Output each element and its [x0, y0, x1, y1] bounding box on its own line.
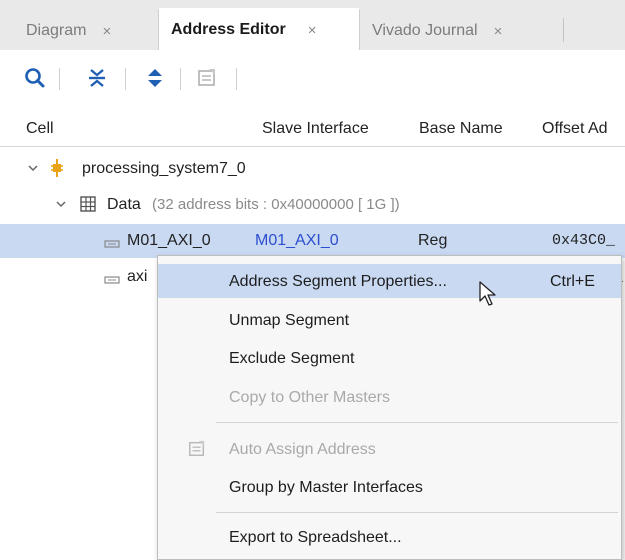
menu-item-copy-to-other-masters: Copy to Other Masters — [158, 380, 621, 414]
chevron-down-icon[interactable] — [55, 197, 67, 215]
row-slave-interface: M01_AXI_0 — [255, 232, 339, 249]
menu-item-group-by-master-interfaces[interactable]: Group by Master Interfaces — [158, 470, 621, 504]
tab-address-editor-label: Address Editor — [171, 21, 286, 38]
collapse-all-icon[interactable] — [84, 64, 110, 92]
tab-vivado-journal-close-icon[interactable]: × — [494, 23, 503, 40]
menu-item-auto-assign-address: Auto Assign Address — [158, 432, 621, 466]
menu-item-unmap-segment[interactable]: Unmap Segment — [158, 303, 621, 337]
mouse-cursor-icon — [479, 281, 497, 312]
row-offset: 0x43C0_ — [552, 232, 616, 249]
tree-row-data[interactable]: Data (32 address bits : 0x40000000 [ 1G … — [0, 188, 625, 222]
toolbar-separator — [59, 68, 60, 90]
tab-separator — [563, 18, 564, 42]
tab-address-editor-close-icon[interactable]: × — [308, 22, 317, 39]
tab-vivado-journal[interactable]: Vivado Journal × — [372, 12, 502, 50]
row-base-name: Reg — [418, 232, 448, 249]
auto-assign-icon — [188, 440, 206, 463]
column-offset-address[interactable]: Offset Ad — [542, 120, 608, 138]
tree-label-data: Data — [107, 196, 141, 213]
column-base-name[interactable]: Base Name — [419, 120, 503, 138]
segment-icon — [104, 236, 120, 254]
menu-item-label: Auto Assign Address — [229, 441, 376, 458]
menu-item-label: Unmap Segment — [229, 312, 350, 329]
search-icon[interactable] — [22, 64, 48, 92]
menu-item-shortcut: Ctrl+E — [550, 273, 595, 290]
column-header: Cell Slave Interface Base Name Offset Ad — [0, 112, 625, 147]
menu-item-label: Group by Master Interfaces — [229, 479, 423, 496]
segment-icon — [104, 272, 120, 290]
chevron-down-icon[interactable] — [27, 161, 39, 179]
menu-item-label: Address Segment Properties... — [229, 273, 447, 290]
menu-item-export-to-spreadsheet[interactable]: Export to Spreadsheet... — [158, 520, 621, 554]
menu-item-label: Copy to Other Masters — [229, 389, 390, 406]
toolbar-separator — [236, 68, 237, 90]
context-menu: Address Segment Properties... Ctrl+E Unm… — [157, 255, 622, 560]
toolbar — [0, 50, 625, 110]
menu-separator — [216, 512, 618, 513]
tab-diagram-close-icon[interactable]: × — [102, 23, 111, 40]
tab-diagram-label: Diagram — [26, 22, 87, 39]
menu-item-label: Exclude Segment — [229, 350, 355, 367]
tree-row-processing-system[interactable]: processing_system7_0 — [0, 152, 625, 186]
tab-diagram[interactable]: Diagram × — [26, 12, 111, 50]
expand-all-icon[interactable] — [142, 64, 168, 92]
menu-item-label: Export to Spreadsheet... — [229, 529, 402, 546]
grid-icon — [80, 196, 96, 217]
row-cell: axi — [127, 268, 148, 285]
processor-icon — [49, 159, 65, 182]
column-slave-interface[interactable]: Slave Interface — [262, 120, 369, 138]
toolbar-separator — [125, 68, 126, 90]
tree-label-processing-system: processing_system7_0 — [82, 160, 246, 177]
table-row[interactable]: M01_AXI_0 M01_AXI_0 Reg 0x43C0_ — [0, 224, 625, 258]
menu-item-exclude-segment[interactable]: Exclude Segment — [158, 341, 621, 375]
row-cell: M01_AXI_0 — [127, 232, 211, 249]
menu-item-address-segment-properties[interactable]: Address Segment Properties... Ctrl+E — [158, 264, 621, 298]
tab-vivado-journal-label: Vivado Journal — [372, 22, 478, 39]
auto-assign-icon[interactable] — [194, 64, 220, 92]
tree-data-detail: (32 address bits : 0x40000000 [ 1G ]) — [152, 196, 400, 213]
column-cell[interactable]: Cell — [26, 120, 54, 138]
menu-separator — [216, 422, 618, 423]
toolbar-separator — [180, 68, 181, 90]
tab-bar: Diagram × Address Editor × Vivado Journa… — [0, 0, 625, 51]
tab-address-editor[interactable]: Address Editor × — [158, 8, 360, 50]
